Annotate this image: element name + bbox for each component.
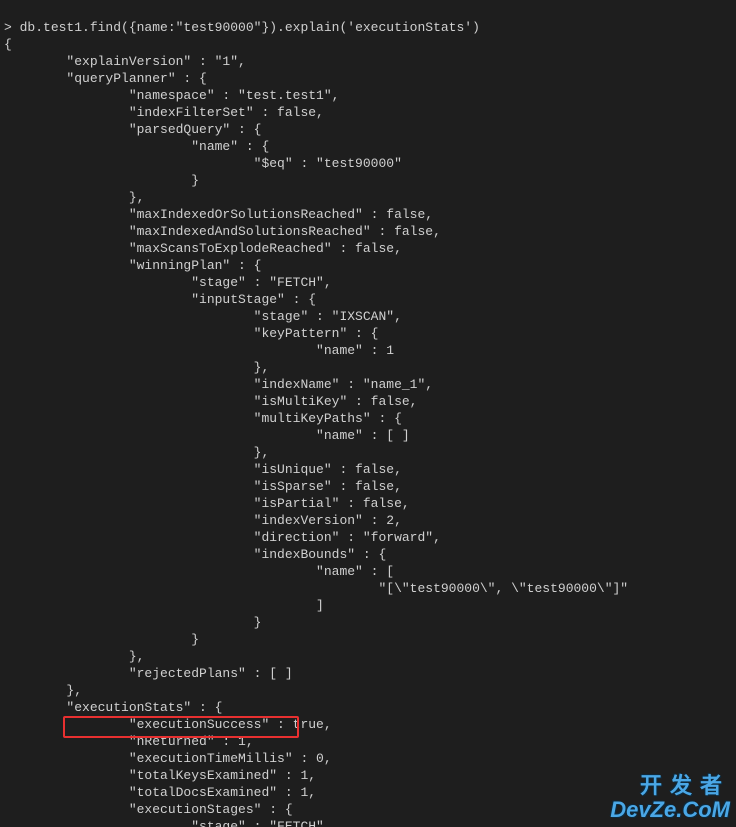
terminal-output[interactable]: > db.test1.find({name:"test90000"}).expl…	[0, 0, 736, 827]
output-block: { "explainVersion" : "1", "queryPlanner"…	[4, 36, 732, 827]
shell-prompt: >	[4, 20, 20, 35]
command-line: db.test1.find({name:"test90000"}).explai…	[20, 20, 480, 35]
